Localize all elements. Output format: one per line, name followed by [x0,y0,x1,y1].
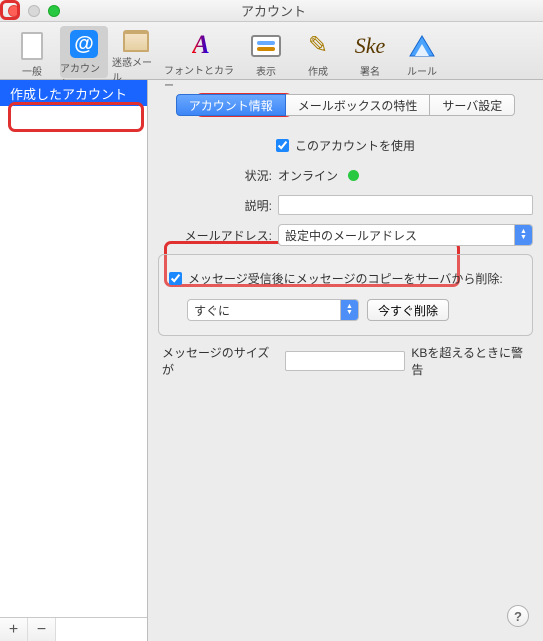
toolbar-general[interactable]: 一般 [8,26,56,78]
sidebar-footer: + − [0,617,147,641]
add-account-button[interactable]: + [0,618,28,641]
description-label: 説明: [158,197,278,214]
remove-copies-checkbox[interactable] [169,272,182,285]
accounts-sidebar: 作成したアカウント + − [0,80,148,641]
toolbar-junk[interactable]: 迷惑メール [112,26,160,78]
detail-tabs: アカウント情報 メールボックスの特性 サーバ設定 [158,94,533,116]
remove-now-button[interactable]: 今すぐ削除 [367,299,449,321]
titlebar: アカウント [0,0,543,22]
description-field[interactable] [278,195,533,215]
toolbar-viewing[interactable]: 表示 [242,26,290,78]
rules-icon [406,30,438,61]
tab-server-settings[interactable]: サーバ設定 [430,94,515,116]
email-address-select[interactable]: 設定中のメールアドレス ▲▼ [278,224,533,246]
remove-copies-label: メッセージ受信後にメッセージのコピーをサーバから削除: [188,270,503,287]
toolbar-accounts[interactable]: @ アカウント [60,26,108,78]
use-account-checkbox[interactable] [276,139,289,152]
status-label: 状況: [158,167,278,184]
tab-mailbox-behaviors[interactable]: メールボックスの特性 [286,94,431,116]
server-copy-group: メッセージ受信後にメッセージのコピーをサーバから削除: すぐに ▲▼ 今すぐ削除 [158,254,533,336]
at-icon: @ [68,30,100,58]
toolbar-label: 一般 [22,63,42,78]
account-detail-panel: アカウント情報 メールボックスの特性 サーバ設定 このアカウントを使用 状況: … [148,80,543,641]
toolbar-label: ルール [407,63,437,78]
use-account-label: このアカウントを使用 [295,137,415,154]
account-list-item[interactable]: 作成したアカウント [0,80,147,106]
online-indicator-icon [348,170,359,181]
help-button[interactable]: ? [507,605,529,627]
font-icon: A [185,30,217,60]
size-warn-suffix: KBを超えるときに警告 [411,344,533,378]
preferences-toolbar: 一般 @ アカウント 迷惑メール A フォントとカラー 表示 ✎ 作成 Ske … [0,22,543,80]
viewing-icon [250,30,282,61]
compose-icon: ✎ [302,30,334,61]
size-limit-field[interactable] [285,351,405,371]
general-icon [16,30,48,61]
junk-icon [120,30,152,52]
chevron-updown-icon: ▲▼ [514,225,532,245]
accounts-list[interactable]: 作成したアカウント [0,80,147,617]
toolbar-fonts-colors[interactable]: A フォントとカラー [164,26,238,78]
email-address-value: 設定中のメールアドレス [285,227,417,244]
status-value: オンライン [278,167,338,184]
remove-when-value: すぐに [194,302,230,319]
toolbar-label: 表示 [256,63,276,78]
toolbar-label: 作成 [308,63,328,78]
account-name: 作成したアカウント [10,84,127,103]
toolbar-compose[interactable]: ✎ 作成 [294,26,342,78]
window-title: アカウント [12,1,535,20]
toolbar-label: 署名 [360,63,380,78]
toolbar-rules[interactable]: ルール [398,26,446,78]
toolbar-signatures[interactable]: Ske 署名 [346,26,394,78]
tab-account-info[interactable]: アカウント情報 [176,94,286,116]
email-label: メールアドレス: [158,227,278,244]
remove-when-select[interactable]: すぐに ▲▼ [187,299,359,321]
remove-account-button[interactable]: − [28,618,56,641]
size-warn-prefix: メッセージのサイズが [162,344,279,378]
signature-icon: Ske [354,30,386,61]
chevron-updown-icon: ▲▼ [340,300,358,320]
